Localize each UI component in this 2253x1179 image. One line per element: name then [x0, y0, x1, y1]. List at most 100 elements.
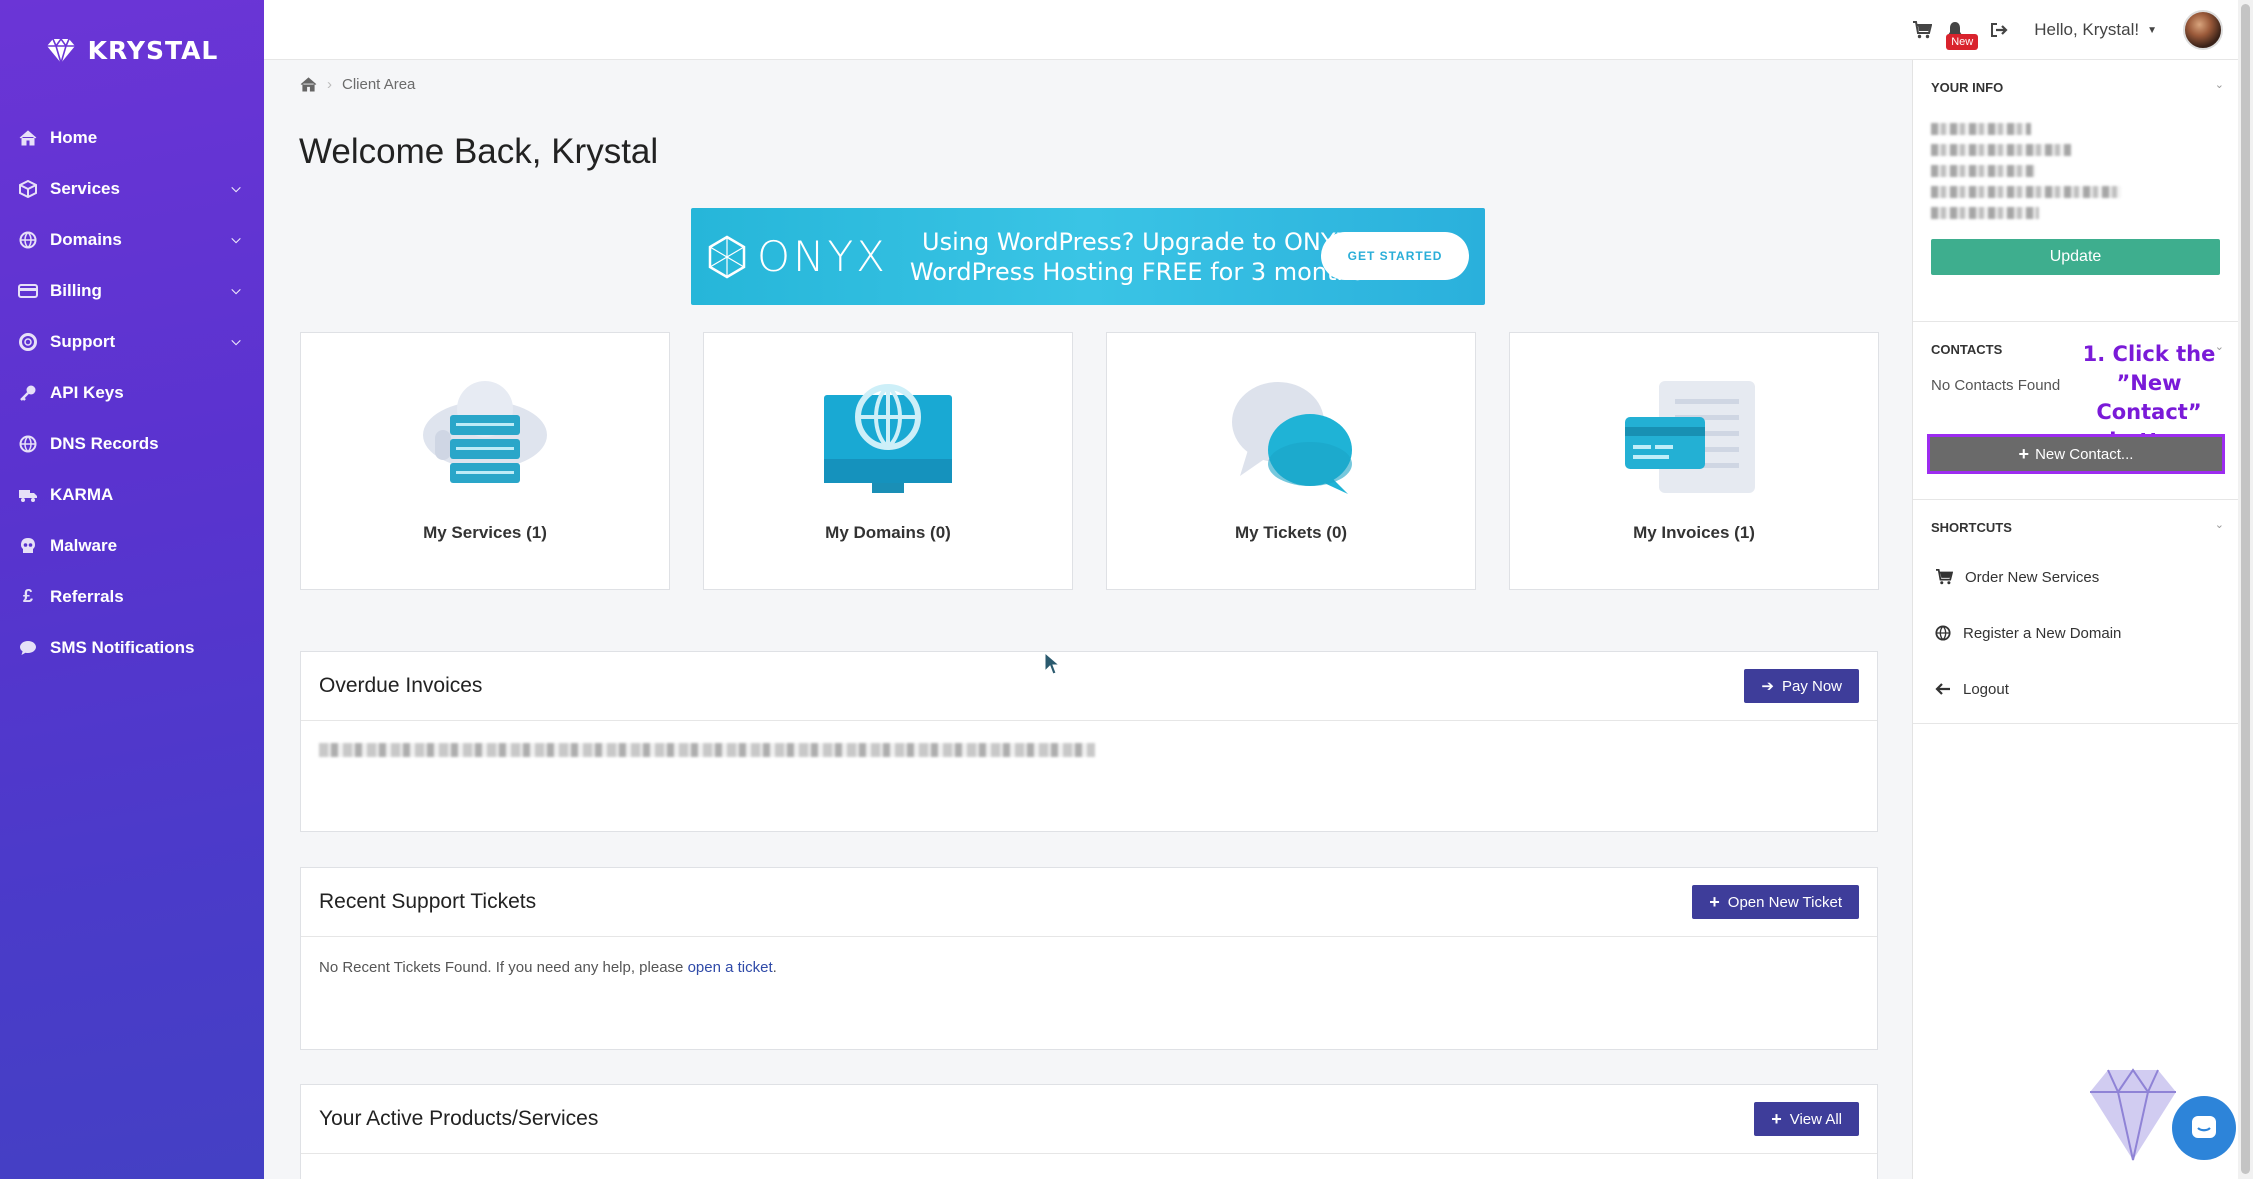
dashboard-tiles: My Services (1) My Domains (0) My Ticket…	[300, 332, 1879, 590]
pound-icon: £	[22, 586, 33, 606]
chevron-right-icon: ›	[327, 76, 332, 93]
cube-icon	[18, 179, 38, 199]
brand-name: KRYSTAL	[87, 35, 219, 65]
new-contact-button[interactable]: + New Contact...	[1927, 434, 2225, 474]
panel-title: Recent Support Tickets	[319, 890, 537, 913]
panel-body: No Recent Tickets Found. If you need any…	[319, 959, 777, 976]
lifebuoy-icon	[18, 332, 38, 352]
onyx-promo-banner[interactable]: ONYX Using WordPress? Upgrade to ONYX Wo…	[691, 208, 1485, 305]
pay-now-button[interactable]: ➔ Pay Now	[1744, 669, 1859, 703]
sidebar-item-domains[interactable]: Domains ⌵	[0, 214, 264, 265]
key-icon	[18, 383, 38, 403]
sidebar-item-billing[interactable]: Billing ⌵	[0, 265, 264, 316]
sidebar-item-services[interactable]: Services ⌵	[0, 163, 264, 214]
redacted-text	[319, 743, 1095, 757]
breadcrumb: › Client Area	[300, 76, 415, 93]
cart-icon	[1936, 569, 1953, 585]
tile-label: My Tickets (0)	[1234, 523, 1348, 542]
view-all-button[interactable]: + View All	[1754, 1102, 1859, 1136]
get-started-button[interactable]: GET STARTED	[1321, 232, 1469, 280]
avatar[interactable]	[2183, 10, 2223, 50]
shortcut-order-new-services[interactable]: Order New Services	[1913, 549, 2238, 605]
panel-title: Overdue Invoices	[319, 674, 483, 697]
tile-label: My Services (1)	[423, 523, 547, 542]
active-products-panel: Your Active Products/Services + View All	[300, 1084, 1878, 1179]
chat-icon	[18, 638, 38, 658]
chat-bubbles-icon	[1226, 375, 1356, 505]
arrow-left-icon	[1935, 683, 1950, 695]
shortcut-register-domain[interactable]: Register a New Domain	[1913, 605, 2238, 661]
recent-tickets-panel: Recent Support Tickets + Open New Ticket…	[300, 867, 1878, 1050]
chevron-down-icon[interactable]: ⌄	[2215, 78, 2224, 91]
home-icon	[18, 128, 38, 148]
skull-icon	[18, 536, 38, 556]
chat-icon	[2192, 1116, 2216, 1138]
truck-icon	[18, 485, 38, 505]
open-new-ticket-button[interactable]: + Open New Ticket	[1692, 885, 1859, 919]
tile-my-tickets[interactable]: My Tickets (0)	[1106, 332, 1476, 590]
caret-down-icon: ▼	[2147, 24, 2157, 36]
shortcuts-section: SHORTCUTS ⌄ Order New Services Register …	[1913, 500, 2238, 724]
globe-icon	[18, 230, 38, 250]
tile-my-domains[interactable]: My Domains (0)	[703, 332, 1073, 590]
onyx-logo-icon	[708, 235, 746, 278]
sidebar-item-sms-notifications[interactable]: SMS Notifications	[0, 622, 264, 673]
sidebar-item-referrals[interactable]: £ Referrals	[0, 571, 264, 622]
plus-icon: +	[1771, 1108, 1782, 1129]
sidebar-item-api-keys[interactable]: API Keys	[0, 367, 264, 418]
top-actions: New Hello, Krystal! ▼	[1912, 0, 2223, 60]
sidebar-item-dns-records[interactable]: DNS Records	[0, 418, 264, 469]
panel-body	[301, 721, 1877, 779]
page-scrollbar[interactable]	[2238, 0, 2253, 1179]
empty-message: No Recent Tickets Found. If you need any…	[319, 959, 688, 976]
redacted-address	[1931, 123, 2220, 219]
chevron-down-icon[interactable]: ⌄	[2215, 518, 2224, 531]
shortcut-logout[interactable]: Logout	[1913, 661, 2238, 717]
tile-label: My Invoices (1)	[1633, 523, 1755, 542]
globe-icon	[18, 434, 38, 454]
chevron-down-icon: ⌵	[231, 283, 241, 297]
panel-header: Your Active Products/Services + View All	[301, 1085, 1877, 1154]
no-contacts-text: No Contacts Found	[1931, 377, 2061, 394]
onyx-logo-text: ONYX	[757, 232, 888, 281]
credit-card-icon	[18, 281, 38, 301]
new-badge: New	[1946, 34, 1979, 50]
cart-icon[interactable]	[1912, 21, 1933, 39]
brand-logo[interactable]: KRYSTAL	[0, 0, 264, 100]
krystal-gem-icon	[2090, 1068, 2176, 1161]
plus-icon: +	[1709, 891, 1720, 912]
section-title: SHORTCUTS	[1931, 520, 2012, 535]
sidebar: KRYSTAL Home Services ⌵ Domains ⌵ Billin…	[0, 0, 264, 1179]
page-title: Welcome Back, Krystal	[299, 132, 659, 171]
section-title: YOUR INFO	[1931, 80, 2004, 95]
tile-my-services[interactable]: My Services (1)	[300, 332, 670, 590]
tile-my-invoices[interactable]: My Invoices (1)	[1509, 332, 1879, 590]
update-button[interactable]: Update	[1931, 239, 2220, 275]
breadcrumb-current: Client Area	[342, 76, 416, 93]
scrollbar-thumb[interactable]	[2241, 4, 2250, 1174]
overdue-invoices-panel: Overdue Invoices ➔ Pay Now	[300, 651, 1878, 832]
diamond-logo-icon	[46, 37, 75, 65]
mouse-cursor-icon	[1044, 652, 1060, 675]
home-icon[interactable]	[300, 77, 317, 92]
sidebar-item-support[interactable]: Support ⌵	[0, 316, 264, 367]
topbar: New Hello, Krystal! ▼	[264, 0, 2253, 60]
sidebar-item-karma[interactable]: KARMA	[0, 469, 264, 520]
greeting: Hello, Krystal!	[2034, 20, 2140, 39]
sidebar-nav: Home Services ⌵ Domains ⌵ Billing ⌵ Supp…	[0, 112, 264, 673]
panel-title: Your Active Products/Services	[319, 1107, 599, 1130]
live-chat-button[interactable]	[2172, 1096, 2236, 1160]
chevron-down-icon: ⌵	[231, 232, 241, 246]
chevron-down-icon: ⌵	[231, 334, 241, 348]
user-menu[interactable]: Hello, Krystal! ▼	[2034, 20, 2157, 40]
globe-monitor-icon	[820, 375, 956, 505]
sidebar-item-home[interactable]: Home	[0, 112, 264, 163]
contacts-section: CONTACTS ⌄ No Contacts Found 1. Click th…	[1913, 322, 2238, 500]
open-ticket-link[interactable]: open a ticket	[688, 959, 773, 976]
your-info-section: YOUR INFO ⌄ Update	[1913, 60, 2238, 322]
sidebar-item-malware[interactable]: Malware	[0, 520, 264, 571]
shortcut-list: Order New Services Register a New Domain…	[1913, 549, 2238, 717]
panel-header: Overdue Invoices ➔ Pay Now	[301, 652, 1877, 721]
main-content: › Client Area Welcome Back, Krystal ONYX…	[264, 60, 1912, 1179]
sign-out-icon[interactable]	[1990, 22, 2008, 38]
